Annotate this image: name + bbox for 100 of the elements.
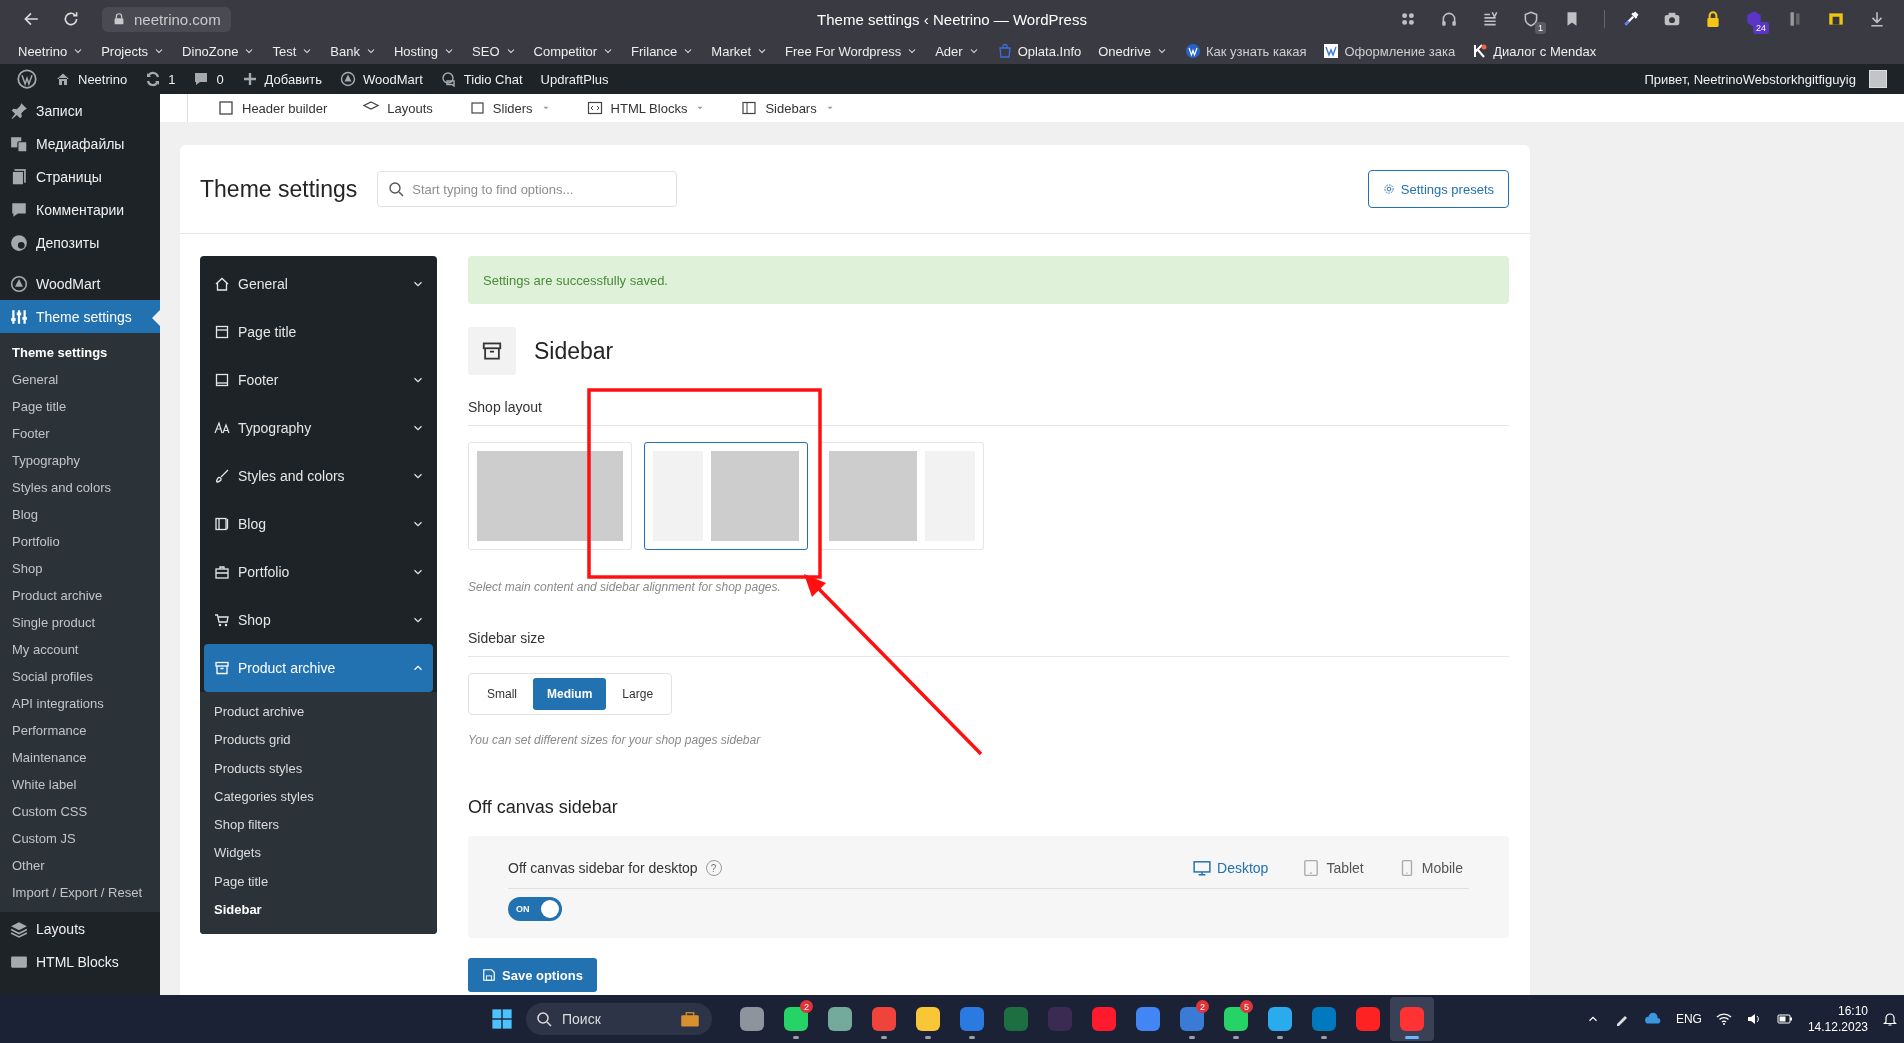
submenu-item[interactable]: Single product bbox=[0, 609, 160, 636]
nav-item[interactable]: Blog bbox=[204, 500, 433, 548]
submenu-item[interactable]: Typography bbox=[0, 447, 160, 474]
bookmark[interactable]: Test bbox=[264, 41, 322, 61]
submenu-item[interactable]: Theme settings bbox=[0, 339, 160, 366]
bookmark[interactable]: Free For Wordpress bbox=[777, 41, 927, 61]
submenu-item[interactable]: Product archive bbox=[0, 582, 160, 609]
device-tab[interactable]: Mobile bbox=[1391, 858, 1469, 878]
taskbar-app[interactable]: 5 bbox=[1214, 997, 1258, 1041]
bookmark[interactable]: Projects bbox=[93, 41, 174, 61]
submenu-item[interactable]: General bbox=[0, 366, 160, 393]
nav-subitem[interactable]: Categories styles bbox=[200, 782, 437, 812]
menu-item[interactable]: Комментарии bbox=[0, 193, 160, 226]
bookmark[interactable]: SEO bbox=[464, 41, 525, 61]
size-option[interactable]: Medium bbox=[533, 678, 607, 710]
submenu-item[interactable]: Social profiles bbox=[0, 663, 160, 690]
nav-item[interactable]: Shop bbox=[204, 596, 433, 644]
submenu-item[interactable]: Maintenance bbox=[0, 744, 160, 771]
submenu-item[interactable]: Shop bbox=[0, 555, 160, 582]
nav-subitem[interactable]: Page title bbox=[200, 867, 437, 897]
submenu-item[interactable]: White label bbox=[0, 771, 160, 798]
nav-item[interactable]: Footer bbox=[204, 356, 433, 404]
bookmark[interactable]: Onedrive bbox=[1090, 41, 1176, 61]
nav-item[interactable]: General bbox=[204, 260, 433, 308]
extension-button[interactable]: 1 bbox=[1522, 10, 1546, 34]
submenu-item[interactable]: Footer bbox=[0, 420, 160, 447]
top-menu-item[interactable]: Sidebars bbox=[741, 100, 835, 116]
bookmark[interactable]: Как узнать какая bbox=[1177, 41, 1315, 61]
layout-option[interactable] bbox=[644, 442, 808, 550]
menu-item[interactable]: Медиафайлы bbox=[0, 127, 160, 160]
taskbar-search[interactable]: Поиск bbox=[526, 1003, 712, 1035]
admin-bar-item[interactable]: 0 bbox=[184, 64, 233, 94]
bookmark[interactable]: Neetrino bbox=[10, 41, 93, 61]
top-menu-item[interactable]: Layouts bbox=[363, 100, 433, 116]
size-option[interactable]: Large bbox=[608, 678, 668, 710]
search-field[interactable]: Start typing to find options... bbox=[377, 171, 678, 207]
submenu-item[interactable]: Custom CSS bbox=[0, 798, 160, 825]
bookmark[interactable]: Competitor bbox=[525, 41, 623, 61]
menu-item[interactable]: HTML Blocks bbox=[0, 945, 160, 978]
nav-subitem[interactable]: Product archive bbox=[200, 698, 437, 727]
admin-bar-item[interactable]: Tidio Chat bbox=[431, 64, 532, 94]
menu-item[interactable]: Страницы bbox=[0, 160, 160, 193]
media-icon bbox=[10, 134, 28, 153]
toggle-switch[interactable]: ON bbox=[508, 897, 562, 921]
bookmark[interactable]: Bank bbox=[322, 41, 385, 61]
menu-item[interactable]: Записи bbox=[0, 94, 160, 127]
bookmark[interactable]: Market bbox=[703, 41, 777, 61]
clock[interactable]: 16:10 14.12.2023 bbox=[1807, 1003, 1868, 1035]
nav-subitem[interactable]: Products grid bbox=[200, 726, 437, 755]
size-option[interactable]: Small bbox=[473, 678, 531, 710]
bookmark[interactable]: DinoZone bbox=[174, 41, 264, 61]
language-indicator[interactable]: ENG bbox=[1675, 1012, 1702, 1026]
menu-item[interactable]: Layouts bbox=[0, 912, 160, 945]
address-bar[interactable]: neetrino.com bbox=[102, 6, 231, 32]
nav-subitem[interactable]: Widgets bbox=[200, 839, 437, 868]
settings-presets-button[interactable]: Settings presets bbox=[1367, 170, 1509, 208]
submenu-item[interactable]: Custom JS bbox=[0, 825, 160, 852]
admin-bar-item[interactable]: UpdraftPlus bbox=[531, 64, 618, 94]
nav-subitem[interactable]: Shop filters bbox=[200, 811, 437, 840]
bookmark[interactable]: Ader bbox=[927, 41, 988, 61]
nav-subitem[interactable]: Products styles bbox=[200, 754, 437, 783]
save-button[interactable]: Save options bbox=[468, 958, 597, 992]
menu-item[interactable]: Theme settings bbox=[0, 300, 160, 333]
device-tab[interactable]: Tablet bbox=[1296, 858, 1370, 878]
submenu-item[interactable]: Portfolio bbox=[0, 528, 160, 555]
submenu-item[interactable]: Blog bbox=[0, 501, 160, 528]
taskbar-app[interactable]: 2 bbox=[774, 997, 818, 1041]
submenu-item[interactable]: Performance bbox=[0, 717, 160, 744]
menu-item[interactable]: Депозиты bbox=[0, 226, 160, 259]
bookmark[interactable]: Оформление зака bbox=[1315, 41, 1464, 61]
search-input[interactable]: Start typing to find options... bbox=[412, 174, 667, 204]
device-tab[interactable]: Desktop bbox=[1187, 858, 1275, 878]
submenu-item[interactable]: Page title bbox=[0, 393, 160, 420]
bookmark[interactable]: Oplata.Info bbox=[988, 41, 1090, 61]
submenu-item[interactable]: API integrations bbox=[0, 690, 160, 717]
extension-button[interactable]: 24 bbox=[1745, 10, 1769, 34]
bookmark[interactable]: Диалог с Mendax bbox=[1464, 41, 1605, 61]
submenu-item[interactable]: Import / Export / Reset bbox=[0, 879, 160, 906]
admin-bar-item[interactable]: Добавить bbox=[232, 64, 332, 94]
account-menu[interactable]: Привет, NeetrinoWebstorkhgitfiguyig bbox=[1635, 64, 1896, 94]
submenu-item[interactable]: My account bbox=[0, 636, 160, 663]
nav-subitem[interactable]: Sidebar bbox=[200, 896, 437, 925]
bookmark[interactable]: Frilance bbox=[623, 41, 703, 61]
nav-item[interactable]: Product archive bbox=[204, 644, 433, 692]
top-menu-item[interactable]: HTML Blocks bbox=[586, 100, 706, 116]
submenu-item[interactable]: Styles and colors bbox=[0, 474, 160, 501]
nav-item[interactable]: Typography bbox=[204, 404, 433, 452]
top-menu-item[interactable]: Sliders bbox=[468, 100, 551, 116]
menu-item[interactable]: WoodMart bbox=[0, 267, 160, 300]
admin-bar-item[interactable]: WoodMart bbox=[331, 64, 432, 94]
top-menu-item[interactable]: Header builder bbox=[218, 100, 328, 116]
headphones-icon bbox=[1440, 10, 1458, 28]
admin-bar-item[interactable]: 1 bbox=[136, 64, 185, 94]
nav-item[interactable]: Page title bbox=[204, 308, 433, 356]
bookmark[interactable]: Hosting bbox=[385, 41, 464, 61]
nav-item[interactable]: Styles and colors bbox=[204, 452, 433, 500]
nav-item[interactable]: Portfolio bbox=[204, 548, 433, 596]
taskbar-app[interactable]: 2 bbox=[1170, 997, 1214, 1041]
submenu-item[interactable]: Other bbox=[0, 852, 160, 879]
admin-bar-item[interactable]: Neetrino bbox=[46, 64, 137, 94]
